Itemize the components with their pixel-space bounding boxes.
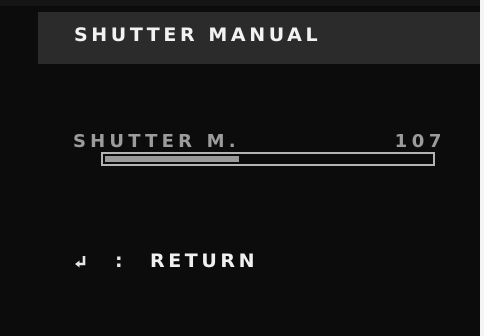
frame-right-edge (480, 0, 484, 336)
shutter-level-bar[interactable] (101, 152, 435, 166)
menu-title: SHUTTER MANUAL (74, 24, 322, 46)
frame-top-edge (0, 0, 484, 6)
menu-header: SHUTTER MANUAL (38, 12, 480, 64)
shutter-value: 107 (394, 131, 446, 152)
shutter-label: SHUTTER M. (73, 131, 240, 152)
return-label: RETURN (150, 250, 259, 272)
return-separator: : (115, 250, 123, 272)
osd-screen: SHUTTER MANUAL SHUTTER M. 107 : RETURN (0, 0, 484, 336)
shutter-level-fill (105, 156, 239, 162)
return-arrow-icon (75, 256, 86, 268)
